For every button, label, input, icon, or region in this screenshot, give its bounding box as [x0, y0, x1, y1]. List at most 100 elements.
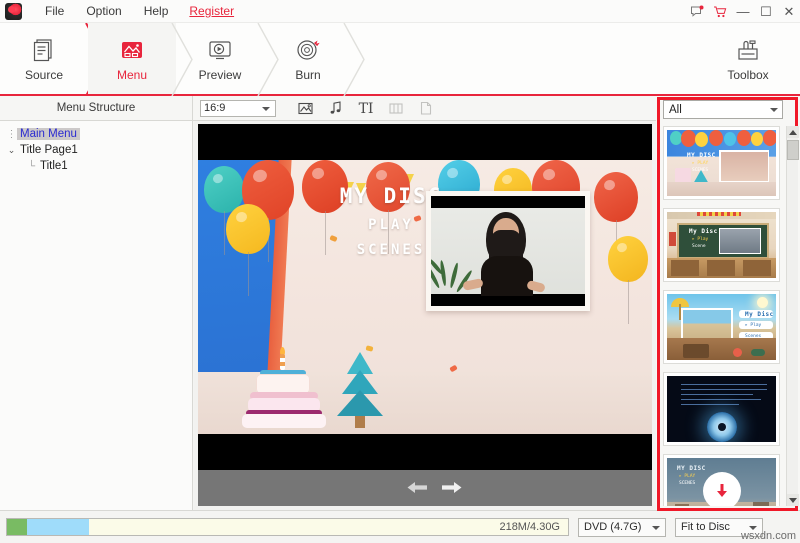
- ribbon-step-preview[interactable]: Preview: [176, 23, 264, 94]
- background-music-icon[interactable]: [327, 100, 344, 117]
- menu-image-icon: [117, 35, 147, 65]
- minimize-button[interactable]: —: [736, 4, 750, 19]
- template-item-partial[interactable]: MY DISC ▸ PLAY SCENES: [663, 454, 780, 506]
- template-download-button[interactable]: [702, 472, 741, 506]
- balloon-yellow-1: [226, 204, 270, 296]
- aspect-ratio-value: 16:9: [204, 102, 226, 114]
- triangle-up-icon: [789, 129, 797, 135]
- template-balloons-play: ▸ PLAY: [692, 161, 709, 166]
- menu-background-scene: MY DISC PLAY SCENES: [198, 160, 652, 434]
- scroll-down-button[interactable]: [787, 494, 799, 506]
- menu-structure-tree: ⋮ Main Menu ⌄ Title Page1 └ Title1: [0, 121, 193, 510]
- ribbon-step-menu[interactable]: Menu: [88, 23, 176, 94]
- page-tool-icon: [417, 100, 434, 117]
- download-arrow-icon: [716, 484, 727, 497]
- title-bar: File Option Help Register — ☐ ✕: [0, 0, 800, 23]
- template-thumb-classroom: My Disc ▸ Play Scene: [667, 212, 776, 278]
- background-image-icon[interactable]: [297, 100, 314, 117]
- tree-node-title1-label: Title1: [40, 160, 68, 172]
- capacity-used-menu: [7, 519, 27, 535]
- template-beach-title: My Disc: [745, 311, 774, 318]
- ribbon-step-source[interactable]: Source: [0, 23, 88, 94]
- maximize-button[interactable]: ☐: [759, 4, 773, 19]
- aspect-ratio-select[interactable]: 16:9: [200, 99, 276, 117]
- tree-node-main-menu-label: Main Menu: [17, 128, 80, 140]
- scroll-up-button[interactable]: [787, 126, 799, 138]
- app-logo-icon: [5, 2, 22, 20]
- register-link[interactable]: Register: [179, 1, 244, 21]
- balloon-yellow-3: [608, 236, 648, 324]
- template-partial-scenes: SCENES: [679, 481, 696, 486]
- template-scrollbar[interactable]: [786, 126, 799, 506]
- ribbon-step-preview-label: Preview: [198, 68, 242, 82]
- cart-icon[interactable]: [713, 5, 727, 19]
- template-balloons-title: MY DISC: [687, 152, 716, 159]
- frame-tool-icon: [387, 100, 404, 117]
- menu-help[interactable]: Help: [133, 1, 180, 21]
- capacity-text: 218M/4.30G: [499, 521, 560, 533]
- template-filter-select[interactable]: All: [663, 100, 783, 119]
- tree-node-title1[interactable]: └ Title1: [0, 158, 192, 174]
- template-classroom-scene: Scene: [692, 244, 706, 249]
- scrollbar-thumb[interactable]: [787, 140, 799, 160]
- menu-video-thumbnail[interactable]: [426, 191, 590, 311]
- ribbon-toolbar: Source Menu Preview Burn Toolbox: [0, 23, 800, 96]
- tree-node-title-page1-label: Title Page1: [20, 144, 78, 156]
- menu-tools: TI: [297, 100, 434, 117]
- template-thumb-partial: MY DISC ▸ PLAY SCENES: [667, 458, 776, 506]
- scene-party-tree: [332, 346, 388, 428]
- video-thumbnail-image: [431, 208, 585, 296]
- menu-file[interactable]: File: [34, 1, 75, 21]
- template-item-balloons[interactable]: MY DISC ▸ PLAY SCENES: [663, 126, 780, 200]
- feedback-icon[interactable]: [690, 5, 704, 19]
- template-thumb-dark-disc: [667, 376, 776, 442]
- chevron-down-icon: [652, 525, 660, 530]
- ribbon-toolbox-label: Toolbox: [727, 68, 769, 82]
- video-thumbnail-inner: [431, 196, 585, 306]
- menu-bar: File Option Help Register: [34, 1, 244, 21]
- ribbon-toolbox[interactable]: Toolbox: [702, 23, 794, 94]
- chevron-down-icon[interactable]: ⌄: [6, 145, 17, 156]
- burn-disc-icon: [293, 35, 323, 65]
- preview-monitor-icon: [205, 35, 235, 65]
- tree-branch-icon: └: [27, 160, 36, 172]
- template-filter-value: All: [669, 103, 682, 116]
- template-item-beach[interactable]: My Disc ▸ Play Scenes: [663, 290, 780, 364]
- close-button[interactable]: ✕: [782, 4, 796, 19]
- capacity-used-video: [27, 519, 89, 535]
- prev-arrow-button[interactable]: [406, 480, 429, 495]
- ribbon-step-menu-label: Menu: [116, 68, 148, 82]
- template-item-dark-disc[interactable]: [663, 372, 780, 446]
- tree-node-title-page1[interactable]: ⌄ Title Page1: [0, 142, 192, 158]
- ribbon-step-source-label: Source: [24, 68, 64, 82]
- tree-node-main-menu[interactable]: ⋮ Main Menu: [0, 126, 192, 142]
- template-thumb-balloons: MY DISC ▸ PLAY SCENES: [667, 130, 776, 196]
- menu-structure-title: Menu Structure: [0, 95, 193, 121]
- source-document-icon: [29, 35, 59, 65]
- disc-capacity-bar: 218M/4.30G: [6, 518, 569, 536]
- template-classroom-play: ▸ Play: [692, 237, 709, 242]
- next-arrow-button[interactable]: [440, 480, 463, 495]
- menu-preview-canvas[interactable]: MY DISC PLAY SCENES: [198, 124, 652, 470]
- window-controls: — ☐ ✕: [690, 0, 796, 23]
- menu-nav-bar: [198, 470, 652, 506]
- svg-text:TI: TI: [358, 101, 373, 116]
- disc-type-select[interactable]: DVD (4.7G): [578, 517, 666, 537]
- tree-guide-icon: ⋮: [6, 128, 17, 140]
- quality-value: Fit to Disc: [681, 521, 730, 533]
- template-thumb-beach: My Disc ▸ Play Scenes: [667, 294, 776, 360]
- status-bar: 218M/4.30G DVD (4.7G) Fit to Disc wsxdn.…: [0, 510, 800, 543]
- balloon-red-5: [594, 172, 638, 264]
- ribbon-step-burn[interactable]: Burn: [264, 23, 352, 94]
- template-item-classroom[interactable]: My Disc ▸ Play Scene: [663, 208, 780, 282]
- template-list[interactable]: MY DISC ▸ PLAY SCENES My Disc ▸ Play Sce…: [663, 126, 784, 506]
- chevron-down-icon: [770, 108, 778, 112]
- text-tool-icon[interactable]: TI: [357, 100, 374, 117]
- ribbon-spacer: [352, 23, 702, 94]
- triangle-down-icon: [789, 497, 797, 503]
- template-classroom-title: My Disc: [689, 228, 718, 235]
- video-person-body: [481, 256, 533, 296]
- menu-option[interactable]: Option: [75, 1, 132, 21]
- template-beach-play: ▸ Play: [745, 322, 762, 328]
- ribbon-step-burn-label: Burn: [295, 68, 321, 82]
